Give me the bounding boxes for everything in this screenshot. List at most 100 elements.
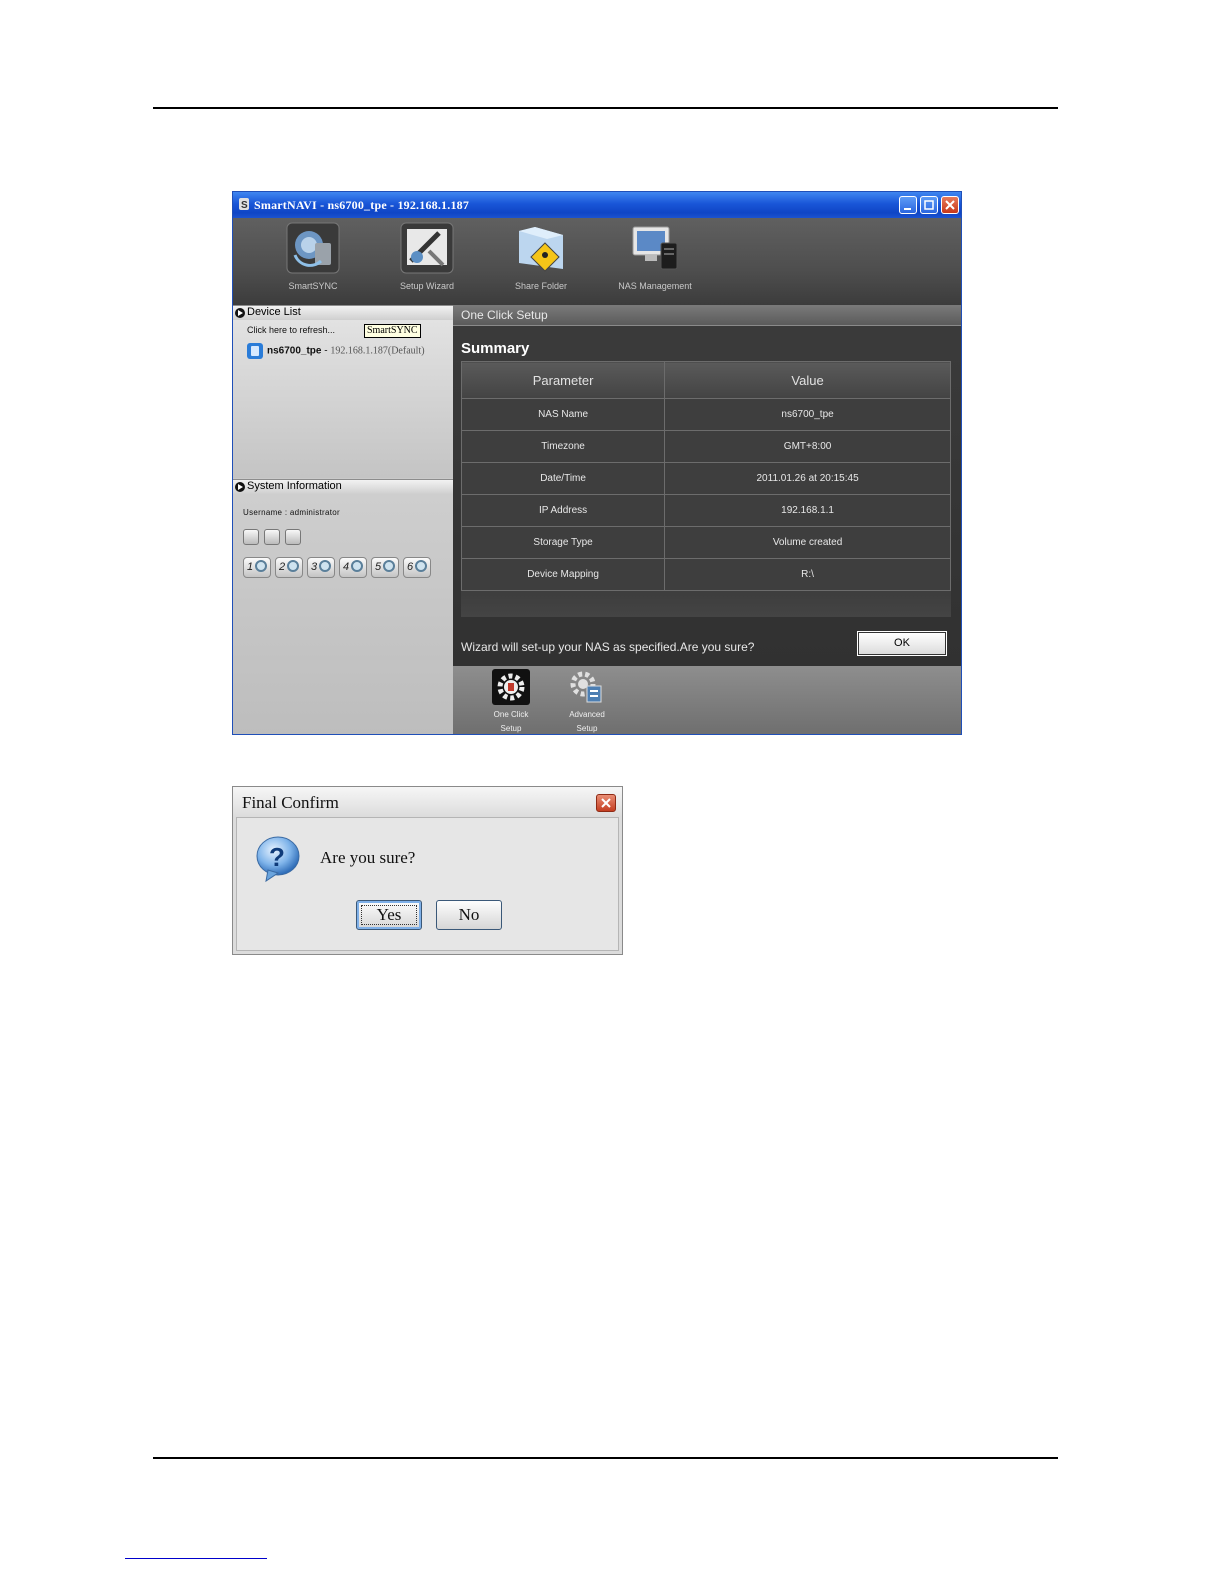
magnifier-icon <box>255 560 267 572</box>
device-item[interactable]: ns6700_tpe - 192.168.1.187(Default) <box>247 343 425 359</box>
summary-table-panel: Parameter Value NAS Name ns6700_tpe Timez… <box>460 361 951 617</box>
table-row: IP Address 192.168.1.1 <box>460 494 951 527</box>
minimize-button[interactable] <box>899 196 917 214</box>
smartsync-icon <box>286 222 340 274</box>
system-info-header[interactable]: System Information <box>233 479 453 495</box>
dialog-titlebar[interactable]: Final Confirm <box>233 787 622 817</box>
toolbar-label: NAS Management <box>618 281 692 291</box>
disk-number: 4 <box>343 561 350 573</box>
power-icon[interactable] <box>285 529 301 545</box>
nas-management-icon <box>632 226 678 270</box>
app-icon: S <box>239 198 249 211</box>
dialog-title: Final Confirm <box>242 793 339 812</box>
toolbar-smartsync[interactable]: SmartSYNC <box>263 221 363 301</box>
bottom-tool-label-line1: One Click <box>493 710 529 719</box>
section-title: One Click Setup <box>461 308 548 322</box>
maximize-icon <box>924 200 934 210</box>
tooltip: SmartSYNC <box>364 324 421 338</box>
device-list-title: Device List <box>247 306 301 318</box>
maximize-button[interactable] <box>920 196 938 214</box>
toolbar-label: Setup Wizard <box>399 281 455 291</box>
table-row: Date/Time 2011.01.26 at 20:15:45 <box>460 462 951 495</box>
table-row: NAS Name ns6700_tpe <box>460 398 951 431</box>
one-click-setup-icon <box>492 669 530 705</box>
svg-text:?: ? <box>269 842 285 872</box>
bottom-toolbar: One Click Setup Advanced Setup <box>453 666 961 734</box>
disk-button[interactable]: 2 <box>275 557 303 578</box>
refresh-icon[interactable] <box>243 529 259 545</box>
toolbar-label: Share Folder <box>514 281 568 291</box>
value-cell: Volume created <box>664 526 951 559</box>
system-info-panel: Username : administrator 1 2 3 4 5 6 <box>233 494 453 734</box>
param-cell: Device Mapping <box>460 558 666 591</box>
question-icon: ? <box>256 836 300 883</box>
footer-link-underline <box>125 1558 267 1559</box>
advanced-setup-icon <box>570 671 602 703</box>
magnifier-icon <box>415 560 427 572</box>
collapse-icon <box>235 308 245 318</box>
device-list-header[interactable]: Device List <box>233 305 453 321</box>
nas-device-icon <box>247 343 263 359</box>
window-titlebar[interactable]: S SmartNAVI - ns6700_tpe - 192.168.1.187 <box>233 192 961 218</box>
bottom-tool-label-line1: Advanced <box>569 710 605 719</box>
username-label: Username : administrator <box>243 508 341 517</box>
disk-button[interactable]: 6 <box>403 557 431 578</box>
confirm-message: Wizard will set-up your NAS as specified… <box>461 640 755 654</box>
footer-rule <box>153 1457 1058 1459</box>
no-button[interactable]: No <box>436 900 502 930</box>
bottom-tool-label: Advanced Setup <box>555 708 619 734</box>
disk-button[interactable]: 3 <box>307 557 335 578</box>
disk-number: 2 <box>279 561 286 573</box>
dialog-body: ? Are you sure? Yes No <box>236 817 619 951</box>
ok-button[interactable]: OK <box>857 631 947 656</box>
disk-button[interactable]: 1 <box>243 557 271 578</box>
minimize-icon <box>904 208 911 210</box>
column-header-value: Value <box>664 361 951 399</box>
bottom-tool-label: One Click Setup <box>479 708 543 734</box>
toolbar-setup-wizard[interactable]: Setup Wizard <box>377 221 477 301</box>
close-icon <box>601 798 611 808</box>
disk-button[interactable]: 5 <box>371 557 399 578</box>
svg-text:S: S <box>241 200 248 211</box>
yes-button[interactable]: Yes <box>356 900 422 930</box>
param-cell: Storage Type <box>460 526 666 559</box>
dialog-message: Are you sure? <box>320 848 416 867</box>
table-row: Storage Type Volume created <box>460 526 951 559</box>
magnifier-icon <box>287 560 299 572</box>
table-row: Device Mapping R:\ <box>460 558 951 591</box>
refresh-link[interactable]: Click here to refresh... <box>247 325 335 335</box>
param-cell: NAS Name <box>460 398 666 431</box>
final-confirm-dialog: Final Confirm ? Are you sure? Yes No <box>232 786 623 955</box>
setup-wizard-icon <box>400 222 454 274</box>
disk-number: 1 <box>247 561 254 573</box>
value-cell: 2011.01.26 at 20:15:45 <box>664 462 951 495</box>
smartnavi-window: S SmartNAVI - ns6700_tpe - 192.168.1.187… <box>232 191 962 735</box>
toolbar-nas-management[interactable]: NAS Management <box>605 221 705 301</box>
share-folder-icon <box>519 227 563 272</box>
device-name: ns6700_tpe <box>267 345 322 357</box>
value-cell: ns6700_tpe <box>664 398 951 431</box>
summary-title: Summary <box>461 340 530 357</box>
main-toolbar: SmartSYNC Setup Wizard Share Folder NAS … <box>233 218 961 305</box>
disk-number: 6 <box>407 561 414 573</box>
device-list: Click here to refresh... SmartSYNC ns670… <box>233 320 453 478</box>
close-icon <box>945 200 955 210</box>
system-buttons <box>243 529 306 550</box>
toolbar-label: SmartSYNC <box>288 281 338 291</box>
magnifier-icon <box>319 560 331 572</box>
dialog-close-button[interactable] <box>596 794 616 812</box>
main-pane: One Click Setup Summary Parameter Value … <box>453 305 961 734</box>
bottom-tool-label-line2: Setup <box>500 724 522 733</box>
one-click-setup-button[interactable]: One Click Setup <box>479 668 543 734</box>
enclosure-icon[interactable] <box>264 529 280 545</box>
column-header-parameter: Parameter <box>460 361 666 399</box>
value-cell: GMT+8:00 <box>664 430 951 463</box>
value-cell: R:\ <box>664 558 951 591</box>
advanced-setup-button[interactable]: Advanced Setup <box>555 668 619 734</box>
window-title: SmartNAVI - ns6700_tpe - 192.168.1.187 <box>254 198 470 212</box>
disk-buttons: 1 2 3 4 5 6 <box>243 557 435 583</box>
system-info-title: System Information <box>247 480 342 492</box>
close-button[interactable] <box>941 196 959 214</box>
disk-button[interactable]: 4 <box>339 557 367 578</box>
toolbar-share-folder[interactable]: Share Folder <box>491 221 591 301</box>
